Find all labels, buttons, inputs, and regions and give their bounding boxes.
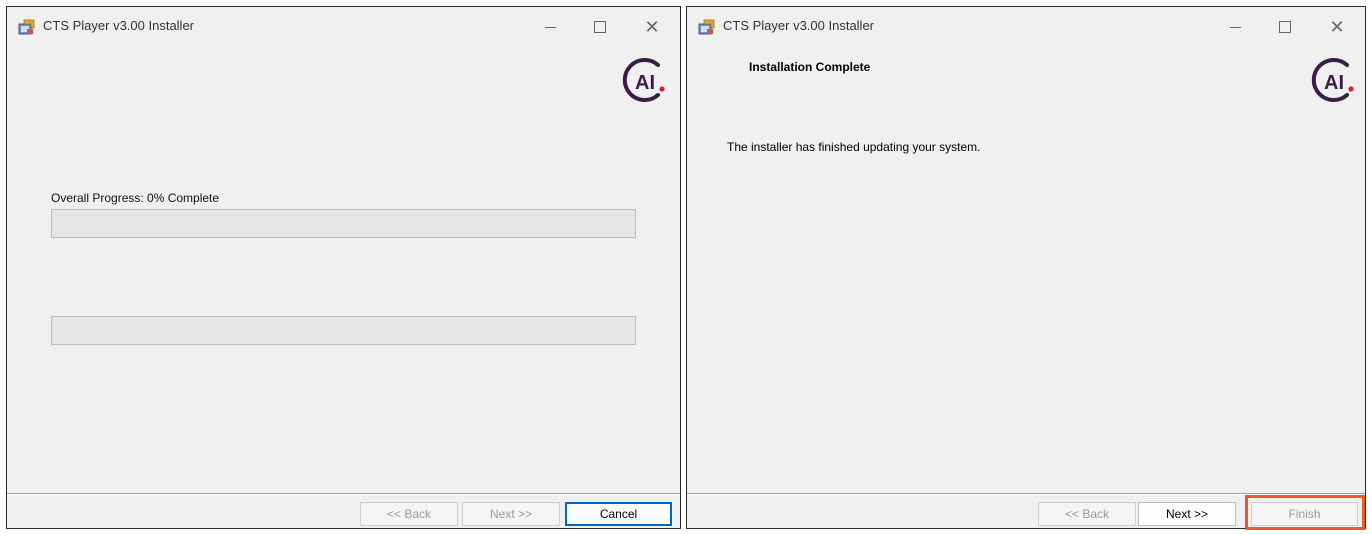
minimize-icon [1229,26,1241,28]
screen: CTS Player v3.00 Installer ✕ AI Overall … [0,0,1372,534]
close-button[interactable]: ✕ [634,15,670,39]
close-icon: ✕ [1329,17,1345,37]
secondary-progress-bar [51,316,636,345]
installer-window-complete: CTS Player v3.00 Installer ✕ Installatio… [686,6,1366,530]
minimize-button[interactable] [1217,15,1253,39]
cts-ai-logo: AI [1311,58,1354,102]
svg-text:AI: AI [1324,72,1344,94]
overall-progress-label: Overall Progress: 0% Complete [51,191,220,205]
cts-ai-logo: AI [622,58,665,102]
minimize-icon [544,26,556,28]
title-bar[interactable]: CTS Player v3.00 Installer ✕ [7,7,680,45]
close-icon: ✕ [644,17,660,37]
installer-window-progress: CTS Player v3.00 Installer ✕ AI Overall … [6,6,681,529]
page-heading: Installation Complete [749,60,871,74]
button-separator [687,493,1365,495]
installer-icon [18,19,35,35]
close-button[interactable]: ✕ [1319,15,1355,39]
back-button[interactable]: << Back [360,502,458,526]
installer-icon [698,19,715,35]
cancel-button[interactable]: Cancel [565,502,672,526]
next-button[interactable]: Next >> [1138,502,1236,526]
overall-progress-bar [51,209,636,238]
svg-text:AI: AI [635,72,655,94]
back-button[interactable]: << Back [1038,502,1136,526]
maximize-button[interactable] [582,15,618,39]
completion-message: The installer has finished updating your… [727,140,981,154]
button-separator [7,493,680,495]
title-bar[interactable]: CTS Player v3.00 Installer ✕ [687,7,1365,45]
minimize-button[interactable] [532,15,568,39]
window-title: CTS Player v3.00 Installer [43,18,195,33]
maximize-button[interactable] [1267,15,1303,39]
finish-button[interactable]: Finish [1251,502,1358,526]
next-button[interactable]: Next >> [462,502,560,526]
maximize-icon [1279,21,1291,33]
window-title: CTS Player v3.00 Installer [723,18,875,33]
maximize-icon [594,21,606,33]
